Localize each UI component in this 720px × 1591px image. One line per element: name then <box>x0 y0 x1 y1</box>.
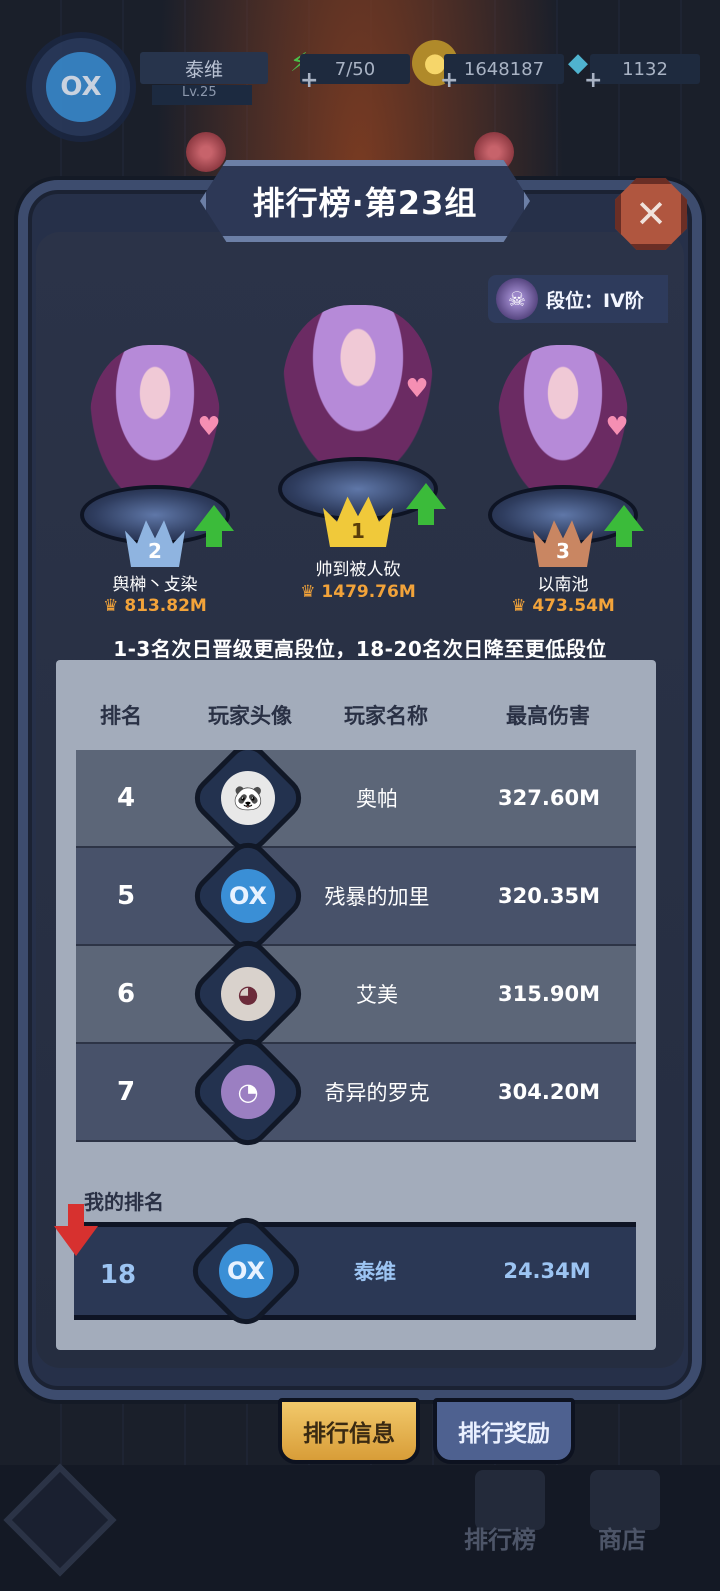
row-avatar[interactable]: ◕ <box>185 931 311 1057</box>
table-row[interactable]: 4 🐼 奥帕 327.60M <box>76 750 636 861</box>
panda-avatar-icon: 🐼 <box>221 771 275 825</box>
header-avatar: 玩家头像 <box>208 704 292 728</box>
my-avatar[interactable]: OX <box>183 1208 309 1334</box>
tier-label: 段位：IV阶 <box>546 289 644 312</box>
demote-arrow-icon <box>54 1204 98 1256</box>
table-row[interactable]: 5 OX 残暴的加里 320.35M <box>76 833 636 959</box>
row-rank: 6 <box>116 979 136 1009</box>
podium-rank: 3 <box>556 539 570 563</box>
podium-score: ♛ 813.82M <box>103 596 207 616</box>
nav-leaderboard[interactable]: 排行榜 <box>464 1520 536 1555</box>
rose-icon <box>186 132 226 172</box>
player-name: 泰维 <box>184 59 223 81</box>
heart-icon: ♥ <box>405 374 429 404</box>
podium-name: 舆榊丶攴染 <box>112 575 198 595</box>
header-rank: 排名 <box>100 704 142 728</box>
row-name: 艾美 <box>356 983 398 1007</box>
row-rank: 4 <box>116 783 136 813</box>
page-title: 排行榜·第23组 <box>252 184 478 222</box>
row-rank: 5 <box>116 881 136 911</box>
table-row[interactable]: 6 ◕ 艾美 315.90M <box>76 931 636 1057</box>
podium-rank: 1 <box>351 519 365 543</box>
woman-avatar-icon: ◕ <box>221 967 275 1021</box>
header-damage: 最高伤害 <box>506 704 590 728</box>
header-name: 玩家名称 <box>344 704 428 728</box>
row-name: 奇异的罗克 <box>324 1081 430 1105</box>
row-damage: 327.60M <box>498 786 600 810</box>
podium-name: 帅到被人砍 <box>315 560 401 580</box>
row-damage: 315.90M <box>498 982 600 1006</box>
my-rank-row[interactable]: 18 OX 泰维 24.34M <box>74 1208 636 1334</box>
podium-name: 以南池 <box>537 575 589 595</box>
podium-third[interactable]: ♥ 3 以南池 ♛ 473.54M <box>478 345 648 625</box>
podium-rank: 2 <box>148 539 162 563</box>
player-level: Lv.25 <box>152 85 252 105</box>
ranking-list[interactable]: 4 🐼 奥帕 327.60M 5 OX 残暴的加里 320.35M 6 ◕ 艾美… <box>76 750 636 1160</box>
row-rank: 7 <box>116 1077 136 1107</box>
ox-avatar-icon: OX <box>219 1244 273 1298</box>
table-row[interactable]: 7 ◔ 奇异的罗克 304.20M <box>76 1029 636 1155</box>
my-damage: 24.34M <box>503 1259 591 1283</box>
podium-second[interactable]: ♥ 2 舆榊丶攴染 ♛ 813.82M <box>70 345 240 625</box>
row-avatar[interactable]: OX <box>185 833 311 959</box>
close-icon: ✕ <box>635 192 667 236</box>
avatar-icon: OX <box>46 52 116 122</box>
add-energy-icon[interactable]: + <box>300 68 318 93</box>
promote-arrow-icon <box>604 505 644 547</box>
podium-score: ♛ 473.54M <box>511 596 615 616</box>
row-avatar[interactable]: 🐼 <box>185 750 311 861</box>
my-name: 泰维 <box>354 1260 396 1284</box>
gem-count: 1132 <box>590 54 700 84</box>
top-hud: OX 泰维 Lv.25 ⚡ 7/50 + ● 1648187 + ◆ 1132 … <box>0 30 720 142</box>
player-avatar[interactable]: OX <box>26 32 136 142</box>
podium-first[interactable]: ♥ 1 帅到被人砍 ♛ 1479.76M <box>268 305 448 605</box>
row-name: 奥帕 <box>356 787 398 811</box>
nun-avatar-icon: ◔ <box>221 1065 275 1119</box>
tab-ranking-info[interactable]: 排行信息 <box>278 1398 420 1464</box>
heart-icon: ♥ <box>605 412 629 442</box>
row-avatar[interactable]: ◔ <box>185 1029 311 1155</box>
heart-icon: ♥ <box>197 412 221 442</box>
add-gem-icon[interactable]: + <box>584 68 602 93</box>
row-damage: 320.35M <box>498 884 600 908</box>
gold-count: 1648187 <box>444 54 564 84</box>
tier-emblem-icon: ☠ <box>496 278 538 320</box>
podium-score: ♛ 1479.76M <box>300 582 416 602</box>
promotion-rules: 1-3名次日晋级更高段位，18-20名次日降至更低段位 <box>113 637 607 661</box>
my-rank-label: 我的排名 <box>84 1190 164 1214</box>
row-name: 残暴的加里 <box>324 885 430 909</box>
ox-avatar-icon: OX <box>221 869 275 923</box>
title-banner: 排行榜·第23组 <box>200 160 530 242</box>
promote-arrow-icon <box>406 483 446 525</box>
add-gold-icon[interactable]: + <box>440 68 458 93</box>
tab-ranking-reward[interactable]: 排行奖励 <box>433 1398 575 1464</box>
nav-shop[interactable]: 商店 <box>598 1520 646 1555</box>
row-damage: 304.20M <box>498 1080 600 1104</box>
promote-arrow-icon <box>194 505 234 547</box>
tier-badge: ☠ 段位：IV阶 <box>488 275 668 323</box>
table-header: 排名 玩家头像 玩家名称 最高伤害 <box>76 700 636 736</box>
